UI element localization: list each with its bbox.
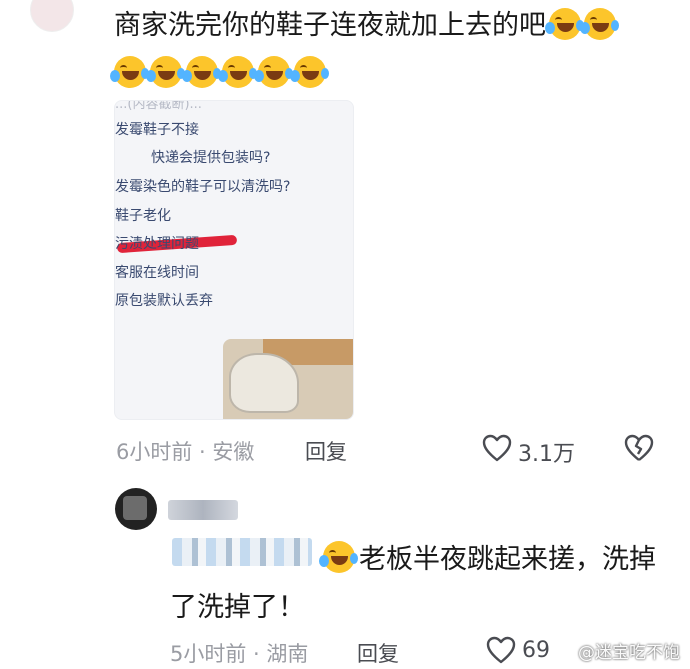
laugh-cry-emoji-icon <box>146 56 185 88</box>
reply-like-heart-icon[interactable] <box>486 636 516 664</box>
emoji-row <box>110 56 330 88</box>
laugh-cry-emoji-icon <box>319 541 358 573</box>
reply-body: 老板半夜跳起来搓，洗掉了洗掉了！ <box>170 544 656 623</box>
comment-meta: 6小时前 · 安徽 <box>116 440 255 464</box>
reply-reply-button[interactable]: 回复 <box>357 638 399 668</box>
reply-text: 老板半夜跳起来搓，洗掉了洗掉了！ <box>170 536 660 632</box>
comment-time: 6小时前 <box>116 440 193 464</box>
screenshot-line: 发霉染色的鞋子可以清洗吗? <box>115 179 291 195</box>
laugh-cry-emoji-icon <box>545 8 584 40</box>
screenshot-line: 发霉鞋子不接 <box>115 122 199 138</box>
screenshot-line: 原包装默认丢弃 <box>115 293 213 309</box>
laugh-cry-emoji-icon <box>290 56 329 88</box>
commenter-avatar[interactable] <box>30 0 74 32</box>
reply-meta: 5小时前 · 湖南 <box>170 642 309 666</box>
like-count: 3.1万 <box>518 442 575 467</box>
laugh-cry-emoji-icon <box>218 56 257 88</box>
screenshot-top-partial: ...(内容截断)... <box>115 100 202 112</box>
laugh-cry-emoji-icon <box>110 56 149 88</box>
laugh-cry-emoji-icon <box>580 8 619 40</box>
comment-location: 安徽 <box>212 440 255 464</box>
comment-body: 商家洗完你的鞋子连夜就加上去的吧 <box>114 10 546 41</box>
reply-avatar[interactable] <box>115 488 157 530</box>
screenshot-line: 污渍处理问题 <box>115 236 199 252</box>
reply-username-blurred[interactable] <box>168 500 238 520</box>
comment-text: 商家洗完你的鞋子连夜就加上去的吧 <box>114 8 619 44</box>
watermark: @迷宝吃不饱 <box>578 643 680 663</box>
dislike-broken-heart-icon[interactable] <box>624 434 654 462</box>
screenshot-line: 鞋子老化 <box>115 208 171 224</box>
shoe-photo <box>223 339 353 419</box>
reply-location: 湖南 <box>266 642 309 666</box>
screenshot-line: 客服在线时间 <box>115 265 199 281</box>
reply-button[interactable]: 回复 <box>305 436 347 466</box>
screenshot-line: 快递会提供包装吗? <box>151 150 271 166</box>
comment-image[interactable]: ...(内容截断)... 发霉鞋子不接 快递会提供包装吗? 发霉染色的鞋子可以清… <box>114 100 354 420</box>
like-heart-icon[interactable] <box>482 434 512 462</box>
laugh-cry-emoji-icon <box>254 56 293 88</box>
reply-like-count: 69 <box>522 638 550 663</box>
laugh-cry-emoji-icon <box>182 56 221 88</box>
reply-time: 5小时前 <box>170 642 247 666</box>
